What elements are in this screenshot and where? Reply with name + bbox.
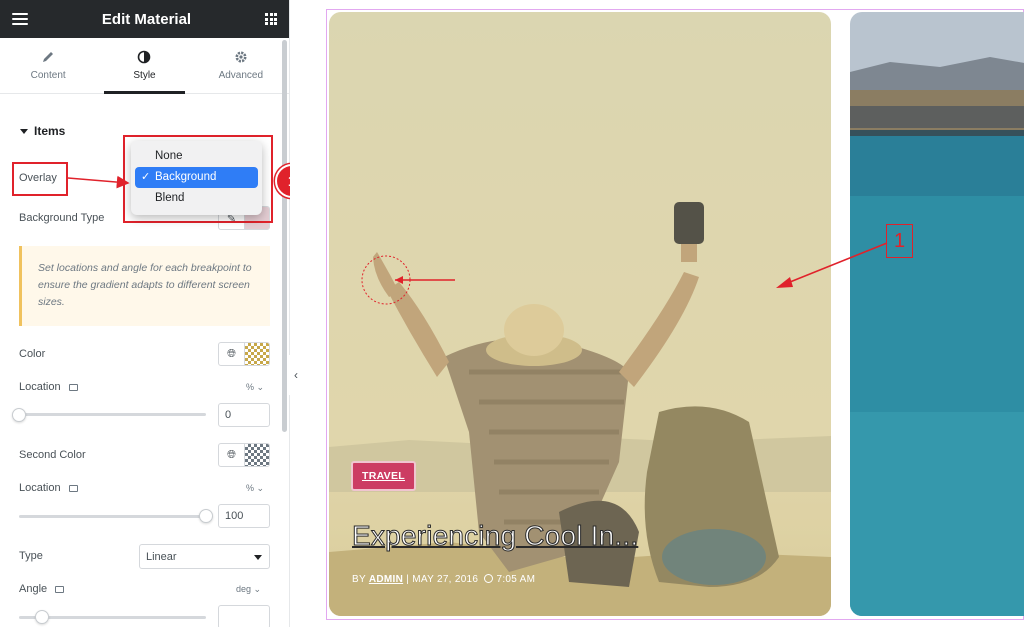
meta-author[interactable]: ADMIN xyxy=(369,574,403,585)
post-meta: BY ADMIN | MAY 27, 2016 7:05 AM xyxy=(352,574,535,585)
clock-icon xyxy=(484,574,494,583)
category-badge[interactable]: TRAVEL xyxy=(351,461,416,491)
post-title[interactable]: Experiencing Cool In... xyxy=(351,520,638,552)
meta-time: 7:05 AM xyxy=(496,574,536,585)
annotation-marker-1: 1 xyxy=(886,224,913,258)
meta-by: BY xyxy=(352,574,366,585)
meta-separator: | xyxy=(406,574,410,585)
meta-date: MAY 27, 2016 xyxy=(412,574,479,585)
